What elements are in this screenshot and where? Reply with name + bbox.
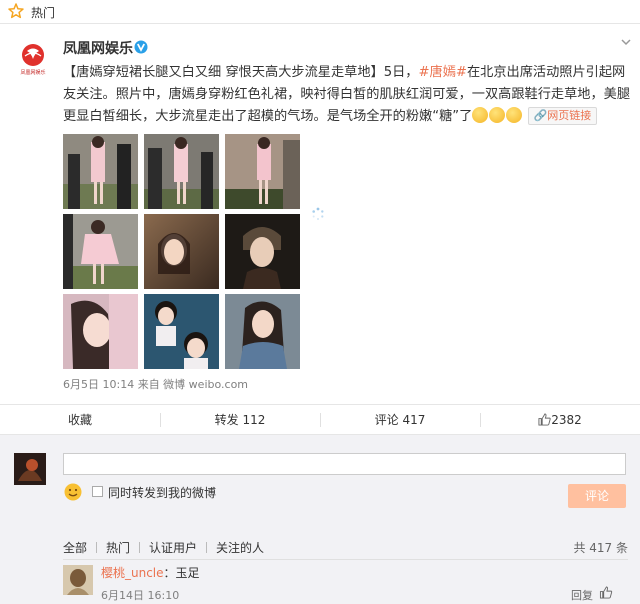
divider <box>206 542 208 553</box>
reply-button[interactable]: 回复 <box>571 587 593 603</box>
also-repost-checkbox[interactable] <box>92 486 103 497</box>
comment-item: 樱桃_uncle：玉足 <box>101 564 200 581</box>
divider <box>160 413 161 427</box>
tab-hot[interactable]: 热门 <box>106 539 130 556</box>
thumbs-up-icon <box>538 413 551 426</box>
like-button[interactable]: 2382 <box>520 405 600 435</box>
tab-all[interactable]: 全部 <box>63 539 87 556</box>
commenter-avatar[interactable] <box>63 565 93 595</box>
post-text: 【唐嫣穿短裙长腿又白又细 穿恨天高大步流星走草地】5日， <box>63 65 419 80</box>
comment-time: 6月14日 16:10 <box>101 589 180 602</box>
divider <box>320 413 321 427</box>
hot-label: 热门 <box>31 6 56 20</box>
loading-spinner-icon <box>312 207 324 220</box>
comment-section: 同时转发到我的微博 评论 全部 热门 认证用户 关注的人 共 417 条 樱桃_unc… <box>0 434 640 604</box>
divider <box>139 542 141 553</box>
post-photo-2[interactable] <box>144 134 219 209</box>
repost-label: 转发 112 <box>214 413 266 427</box>
also-repost-label: 同时转发到我的微博 <box>108 486 217 500</box>
post-photo-1[interactable] <box>63 134 138 209</box>
favorite-button[interactable]: 收藏 <box>40 405 120 435</box>
weblink-label: 网页链接 <box>547 109 592 122</box>
verified-badge-icon <box>134 40 148 54</box>
post-photo-6[interactable] <box>225 214 300 289</box>
post-photo-5[interactable] <box>144 214 219 289</box>
comment-input[interactable] <box>63 453 626 475</box>
weblink-button[interactable]: 🔗网页链接 <box>527 107 598 125</box>
post-photo-9[interactable] <box>225 294 300 369</box>
comment-label: 评论 417 <box>374 413 426 427</box>
author-avatar[interactable]: 凤凰网娱乐 <box>13 40 53 80</box>
favorite-label: 收藏 <box>67 413 92 427</box>
comment-filter-tabs: 全部 热门 认证用户 关注的人 <box>63 539 273 556</box>
post-photo-8[interactable] <box>144 294 219 369</box>
divider <box>63 559 628 560</box>
svg-text:凤凰网娱乐: 凤凰网娱乐 <box>20 69 45 76</box>
submit-comment-button[interactable]: 评论 <box>568 484 626 508</box>
thumbs-up-icon[interactable] <box>599 586 613 599</box>
tab-verified[interactable]: 认证用户 <box>149 539 197 556</box>
divider <box>480 413 481 427</box>
hashtag-link[interactable]: #唐嫣# <box>418 65 466 80</box>
post-meta: 6月5日 10:14 来自 微博 weibo.com <box>63 378 249 391</box>
author-name[interactable]: 凤凰网娱乐 <box>63 38 133 58</box>
link-icon: 🔗 <box>533 109 548 122</box>
star-icon <box>8 3 24 19</box>
comment-text: ：玉足 <box>163 566 200 580</box>
tab-following[interactable]: 关注的人 <box>216 539 264 556</box>
weibo-post-card: 凤凰网娱乐 凤凰网娱乐 【唐嫣穿短裙长腿又白又细 穿恨天高大步流星走草地】5日，… <box>0 24 640 434</box>
post-content: 【唐嫣穿短裙长腿又白又细 穿恨天高大步流星走草地】5日，#唐嫣#在北京出席活动照… <box>63 62 633 128</box>
divider <box>96 542 98 553</box>
emoji-icon <box>506 107 523 123</box>
comment-total: 共 417 条 <box>573 541 628 555</box>
action-bar: 收藏 转发 112 评论 417 2382 <box>0 404 640 434</box>
smiley-icon[interactable] <box>64 483 82 501</box>
emoji-icon <box>472 107 489 123</box>
post-photo-4[interactable] <box>63 214 138 289</box>
commenter-name[interactable]: 樱桃_uncle <box>101 566 164 580</box>
post-photo-3[interactable] <box>225 134 300 209</box>
chevron-down-icon[interactable] <box>620 36 632 48</box>
repost-button[interactable]: 转发 112 <box>190 405 290 435</box>
top-bar: 热门 <box>0 0 640 24</box>
emoji-icon <box>489 107 506 123</box>
comment-button[interactable]: 评论 417 <box>350 405 450 435</box>
post-photo-7[interactable] <box>63 294 138 369</box>
like-count: 2382 <box>551 413 582 427</box>
current-user-avatar[interactable] <box>14 453 46 485</box>
